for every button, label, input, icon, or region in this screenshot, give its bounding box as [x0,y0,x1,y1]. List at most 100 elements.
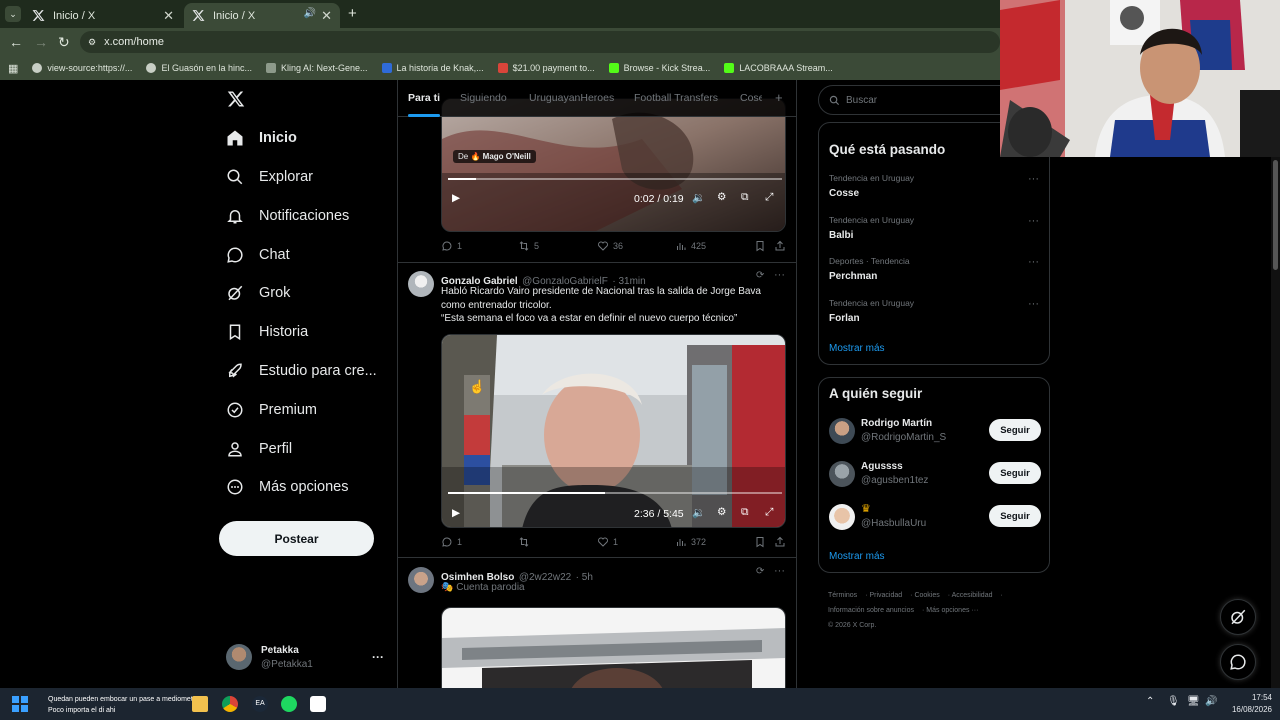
nav-creator-studio[interactable]: Estudio para cre... [218,354,377,388]
close-tab-icon[interactable]: ✕ [321,8,332,24]
close-tab-icon[interactable]: ✕ [163,8,174,24]
avatar[interactable] [408,567,434,593]
page-scrollbar[interactable] [1271,80,1280,688]
volume-icon[interactable]: 🔉 [692,506,705,519]
avatar[interactable] [408,271,434,297]
footer-link[interactable]: Privacidad [869,592,902,599]
account-more-icon[interactable]: ··· [372,650,384,664]
author-handle[interactable]: @2w22w22 [519,572,571,583]
follow-show-more-link[interactable]: Mostrar más [829,551,885,562]
forward-arrow-icon[interactable]: → [34,34,48,50]
chrome-icon[interactable] [222,696,238,712]
follow-button[interactable]: Seguir [989,419,1041,441]
more-icon[interactable]: ··· [1028,256,1039,268]
repost-button[interactable] [518,536,534,548]
footer-link[interactable]: Información sobre anuncios [828,607,914,614]
bookmark-item[interactable]: view-source:https://... [32,63,132,73]
address-bar[interactable]: ⚙ x.com/home [80,31,1000,53]
chevron-up-icon[interactable]: ⌃ [1146,696,1154,707]
browser-tab-1[interactable]: Inicio / X ✕ [24,3,182,28]
nav-chat[interactable]: Chat [218,238,290,272]
share-icon[interactable] [774,240,786,252]
follow-suggestion[interactable]: Agussss @agusben1tez Seguir [829,459,1041,491]
nav-profile[interactable]: Perfil [218,432,292,466]
grok-icon[interactable]: ⟳ [756,270,764,281]
bookmark-item[interactable]: $21.00 payment to... [497,63,595,73]
like-button[interactable]: 36 [597,240,623,252]
video-player[interactable]: De 🔥 Mago O'Neill ▶ 0:02 / 0:19 🔉 ⚙ ⧉ ⤢ [441,98,786,232]
volume-icon[interactable]: 🔉 [692,191,705,204]
settings-gear-icon[interactable]: ⚙ [717,191,726,203]
nav-bookmarks[interactable]: Historia [218,315,308,349]
footer-link[interactable]: Más opciones ··· [926,607,978,614]
microphone-icon[interactable]: 🎙 [1167,696,1180,707]
grok-floating-button[interactable] [1220,599,1256,635]
bookmark-item[interactable]: El Guasón en la hinc... [146,63,252,73]
bookmark-item[interactable]: Browse - Kick Strea... [608,63,710,73]
taskbar-widget-text[interactable]: Quedan pueden embocar un pase a mediomet… [48,694,199,716]
footer-link[interactable]: Cookies [914,592,939,599]
messages-floating-button[interactable] [1220,644,1256,680]
trend-item[interactable]: Tendencia en Uruguay Balbi ··· [829,215,1041,255]
nav-explore[interactable]: Explorar [218,160,313,194]
nav-premium[interactable]: Premium [218,393,317,427]
tab-for-you[interactable]: Para ti [408,92,440,104]
like-button[interactable]: 1 [597,536,618,548]
reload-icon[interactable]: ↻ [58,34,70,51]
bookmark-item[interactable]: Kling AI: Next-Gene... [266,63,368,73]
tab-search-button[interactable]: ⌄ [5,6,21,22]
network-icon[interactable]: 🖥 [1187,696,1200,707]
more-icon[interactable]: ··· [774,565,785,577]
follow-button[interactable]: Seguir [989,462,1041,484]
more-icon[interactable]: ··· [1028,298,1039,310]
more-icon[interactable]: ··· [1028,173,1039,185]
nav-home[interactable]: Inicio [218,121,297,155]
settings-gear-icon[interactable]: ⚙ [717,506,726,518]
follow-suggestion[interactable]: Rodrigo Martín @RodrigoMartin_S Seguir [829,416,1041,448]
tab-cose[interactable]: Cose [740,92,762,104]
repost-button[interactable]: 5 [518,240,539,252]
share-icon[interactable] [774,536,786,548]
video-source-label[interactable]: De 🔥 Mago O'Neill [453,150,536,163]
more-icon[interactable]: ··· [1028,215,1039,227]
footer-link[interactable]: Términos [828,592,857,599]
avatar[interactable] [829,461,855,487]
picture-in-picture-icon[interactable]: ⧉ [741,191,749,204]
nav-notifications[interactable]: Notificaciones [218,199,349,233]
play-icon[interactable]: ▶ [452,507,460,519]
nav-more-options[interactable]: Más opciones [218,470,348,504]
bookmark-item[interactable]: LACOBRAAA Stream... [724,63,833,73]
file-explorer-icon[interactable] [192,696,208,712]
back-arrow-icon[interactable]: ← [9,34,23,50]
account-switcher[interactable]: Petakka @Petakka1 ··· [226,640,386,676]
more-icon[interactable]: ··· [774,269,785,281]
reply-button[interactable]: 1 [441,240,462,252]
grok-icon[interactable]: ⟳ [756,566,764,577]
avatar[interactable] [829,418,855,444]
reply-button[interactable]: 1 [441,536,462,548]
spotify-icon[interactable] [281,696,297,712]
add-tab-button[interactable]: + [775,90,783,105]
tab-football-transfers[interactable]: Football Transfers [634,92,718,104]
post-button[interactable]: Postear [219,521,374,556]
new-tab-button[interactable]: + [348,5,357,22]
avatar[interactable] [829,504,855,530]
follow-suggestion[interactable]: ♛ @HasbullaUru Seguir [829,502,1041,534]
apps-grid-icon[interactable]: ▦ [8,62,18,75]
footer-link[interactable]: Accesibilidad [952,592,993,599]
trend-item[interactable]: Tendencia en Uruguay Forlan ··· [829,298,1041,338]
play-icon[interactable]: ▶ [452,192,460,204]
tab-uruguayan-heroes[interactable]: UruguayanHeroes [529,92,614,104]
windows-start-icon[interactable] [12,696,28,712]
fullscreen-icon[interactable]: ⤢ [765,506,773,519]
nav-grok[interactable]: Grok [218,276,290,310]
capcut-icon[interactable] [310,696,326,712]
bookmark-icon[interactable] [754,536,766,548]
tweet-time[interactable]: · 5h [576,572,593,583]
system-clock[interactable]: 17:54 16/08/2026 [1232,692,1272,716]
trend-item[interactable]: Deportes · Tendencia Perchman ··· [829,256,1041,296]
site-info-icon[interactable]: ⚙ [88,37,96,48]
volume-icon[interactable]: 🔊 [1205,696,1217,707]
fullscreen-icon[interactable]: ⤢ [765,191,773,204]
x-logo-icon[interactable] [227,90,245,108]
